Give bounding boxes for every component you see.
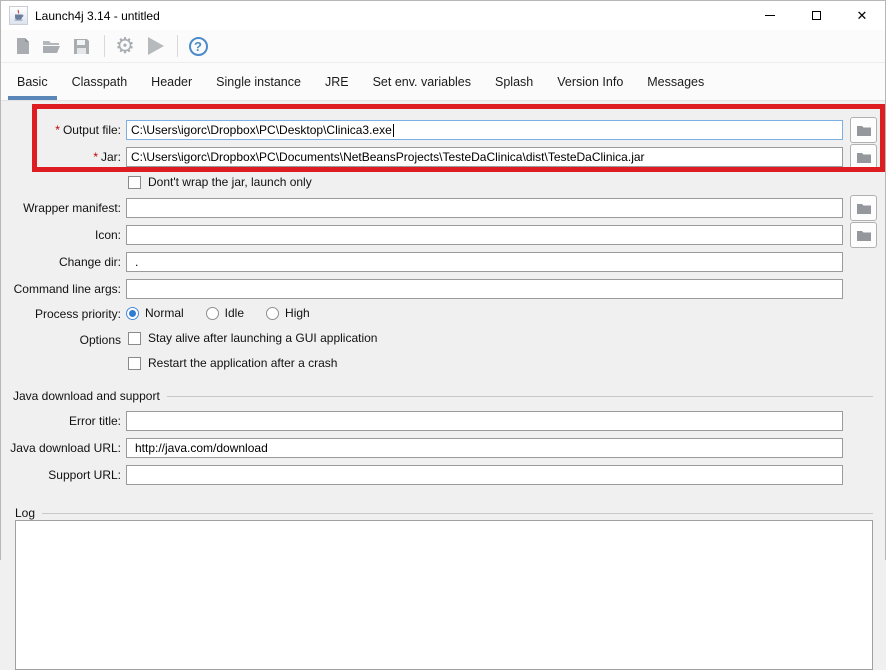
minimize-button[interactable]: [747, 1, 793, 30]
restart-label: Restart the application after a crash: [148, 356, 338, 370]
maximize-icon: [811, 11, 821, 20]
save-config-button[interactable]: [68, 33, 94, 59]
jar-label: * Jar:: [93, 150, 121, 164]
wrapper-manifest-label: Wrapper manifest:: [23, 201, 121, 215]
tab-jre[interactable]: JRE: [316, 63, 358, 100]
tab-header[interactable]: Header: [142, 63, 201, 100]
jar-browse-button[interactable]: [850, 144, 877, 170]
tab-single-instance[interactable]: Single instance: [207, 63, 310, 100]
new-config-icon: [17, 38, 29, 54]
output-file-input[interactable]: C:\Users\igorc\Dropbox\PC\Desktop\Clinic…: [126, 120, 843, 140]
priority-idle-label: Idle: [224, 306, 245, 320]
folder-icon: [856, 152, 871, 163]
icon-label: Icon:: [94, 228, 121, 242]
support-url-label: Support URL:: [48, 468, 121, 482]
priority-normal-radio-row[interactable]: Normal: [126, 306, 184, 320]
priority-high-radio-row[interactable]: High: [266, 306, 310, 320]
priority-idle-radio-row[interactable]: Idle: [205, 306, 245, 320]
cmd-args-input[interactable]: [126, 279, 843, 299]
options-label: Options: [79, 333, 121, 347]
log-textarea[interactable]: [15, 520, 873, 670]
group-separator-line: [42, 512, 873, 514]
output-file-browse-button[interactable]: [850, 117, 877, 143]
tab-set-env-variables[interactable]: Set env. variables: [364, 63, 480, 100]
help-icon: ?: [188, 36, 208, 56]
build-wrapper-button[interactable]: ⚙: [112, 33, 138, 59]
tab-splash[interactable]: Splash: [486, 63, 542, 100]
restart-checkbox-row[interactable]: Restart the application after a crash: [128, 356, 337, 370]
icon-input[interactable]: [126, 225, 843, 245]
folder-icon: [856, 230, 871, 241]
change-dir-label: Change dir:: [58, 255, 121, 269]
group-separator-line: [166, 395, 873, 397]
title-bar: Launch4j 3.14 - untitled ✕: [1, 1, 885, 30]
basic-tab-panel: * Output file: C:\Users\igorc\Dropbox\PC\…: [1, 101, 885, 670]
java-download-group-title: Java download and support: [13, 389, 160, 403]
change-dir-input[interactable]: .: [126, 252, 843, 272]
icon-browse-button[interactable]: [850, 222, 877, 248]
window-controls: ✕: [747, 1, 885, 30]
launch4j-window: Launch4j 3.14 - untitled ✕ ⚙ ? Basic Cla…: [0, 0, 886, 670]
priority-normal-radio[interactable]: [126, 306, 139, 320]
close-icon: ✕: [856, 8, 868, 23]
priority-normal-label: Normal: [145, 306, 184, 320]
jar-input[interactable]: C:\Users\igorc\Dropbox\PC\Documents\NetB…: [126, 147, 843, 167]
priority-idle-radio[interactable]: [205, 306, 219, 320]
log-group-title: Log: [15, 506, 36, 520]
tab-bar: Basic Classpath Header Single instance J…: [1, 63, 885, 101]
save-config-icon: [73, 38, 89, 54]
tab-classpath[interactable]: Classpath: [63, 63, 137, 100]
open-config-button[interactable]: [39, 33, 65, 59]
process-priority-label: Process priority:: [34, 307, 121, 321]
tab-version-info[interactable]: Version Info: [548, 63, 632, 100]
java-download-url-input[interactable]: http://java.com/download: [126, 438, 843, 458]
maximize-button[interactable]: [793, 1, 839, 30]
open-config-icon: [43, 41, 60, 53]
dont-wrap-checkbox-row[interactable]: Dont't wrap the jar, launch only: [128, 175, 312, 189]
folder-icon: [856, 203, 871, 214]
tab-basic[interactable]: Basic: [8, 63, 57, 100]
dont-wrap-checkbox[interactable]: [128, 175, 141, 189]
log-group-header: Log: [15, 506, 873, 520]
error-title-label: Error title:: [68, 414, 121, 428]
tab-messages[interactable]: Messages: [638, 63, 713, 100]
test-wrapper-button[interactable]: [141, 33, 167, 59]
build-wrapper-gear-icon: ⚙: [115, 33, 135, 58]
java-download-group-header: Java download and support: [13, 389, 873, 403]
close-button[interactable]: ✕: [839, 1, 885, 30]
minimize-icon: [765, 15, 775, 16]
stay-alive-checkbox-row[interactable]: Stay alive after launching a GUI applica…: [128, 331, 377, 345]
restart-checkbox[interactable]: [128, 356, 141, 370]
cmd-args-label: Command line args:: [13, 282, 121, 296]
output-file-label: * Output file:: [55, 123, 121, 137]
help-button[interactable]: ?: [185, 33, 211, 59]
dont-wrap-label: Dont't wrap the jar, launch only: [148, 175, 312, 189]
window-title: Launch4j 3.14 - untitled: [35, 8, 160, 23]
required-marker: *: [55, 123, 60, 137]
test-wrapper-play-icon: [147, 37, 164, 55]
wrapper-manifest-input[interactable]: [126, 198, 843, 218]
folder-icon: [856, 125, 871, 136]
toolbar-separator: [104, 35, 105, 57]
priority-high-label: High: [285, 306, 310, 320]
java-cup-icon: [9, 6, 28, 25]
process-priority-radio-group: Normal Idle High: [126, 306, 332, 320]
toolbar-separator: [177, 35, 178, 57]
text-caret: [392, 124, 394, 137]
wrapper-manifest-browse-button[interactable]: [850, 195, 877, 221]
required-marker: *: [93, 150, 98, 164]
stay-alive-label: Stay alive after launching a GUI applica…: [148, 331, 378, 345]
error-title-input[interactable]: [126, 411, 843, 431]
toolbar: ⚙ ?: [1, 30, 885, 63]
java-download-url-label: Java download URL:: [10, 441, 121, 455]
new-config-button[interactable]: [10, 33, 36, 59]
stay-alive-checkbox[interactable]: [128, 331, 141, 345]
priority-high-radio[interactable]: [266, 306, 280, 320]
support-url-input[interactable]: [126, 465, 843, 485]
